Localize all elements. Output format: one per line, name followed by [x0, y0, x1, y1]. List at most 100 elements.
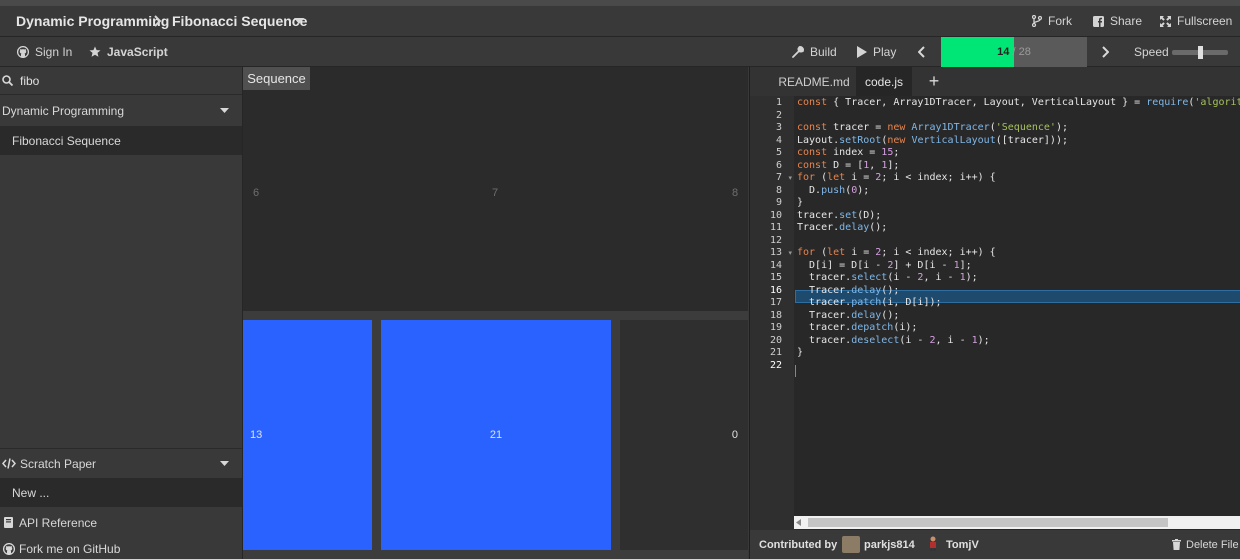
fullscreen-button[interactable]: Fullscreen — [1160, 6, 1232, 36]
code-line: Tracer.delay(); — [797, 309, 900, 321]
editor-tabs: README.md code.js + — [750, 67, 1240, 96]
caret-down-icon — [220, 461, 229, 466]
code-line: const D = [1, 1]; — [797, 159, 900, 171]
header-bar: Dynamic Programming Fibonacci Sequence F… — [0, 6, 1240, 37]
play-button[interactable]: Play — [857, 37, 896, 67]
star-icon — [89, 46, 101, 58]
sign-in-label: Sign In — [35, 45, 73, 59]
prev-step-button[interactable] — [918, 46, 926, 58]
code-line: tracer.patch(i, D[i]); — [797, 297, 942, 308]
breadcrumb-algorithm[interactable]: Fibonacci Sequence — [172, 13, 307, 29]
tab-code-js[interactable]: code.js — [856, 67, 912, 96]
chevron-right-icon — [1102, 46, 1109, 58]
code-line: for (let i = 2; i < index; i++) { — [797, 172, 996, 183]
array-cell: 13 — [243, 320, 372, 550]
array-cell: 21 — [381, 320, 611, 550]
code-line: Tracer.delay(); — [797, 222, 888, 233]
fork-button[interactable]: Fork — [1032, 6, 1072, 36]
chevron-right-icon — [153, 15, 161, 27]
array-cells-view[interactable]: 13 21 0 — [243, 320, 748, 559]
code-line: for (let i = 2; i < index; i++) { — [797, 247, 996, 258]
sidebar: fibo Dynamic Programming Fibonacci Seque… — [0, 67, 243, 559]
algorithm-label: Fibonacci Sequence — [12, 133, 121, 148]
category-dynamic-programming[interactable]: Dynamic Programming — [0, 96, 242, 125]
contributor-link[interactable]: parkjs814 — [864, 539, 915, 551]
new-scratch-button[interactable]: New ... — [0, 478, 242, 507]
toolbar: Sign In JavaScript Build Play 14 / 28 Sp… — [0, 37, 1240, 67]
code-line: tracer.select(i - 2, i - 1); — [797, 272, 978, 283]
api-reference-label: API Reference — [19, 515, 98, 530]
fork-icon — [1032, 15, 1042, 27]
array-cell-value: 13 — [250, 429, 263, 441]
code-line: } — [797, 197, 804, 208]
add-tab-button[interactable]: + — [922, 67, 946, 96]
scratch-paper-toggle[interactable]: Scratch Paper — [0, 449, 242, 478]
code-line: const tracer = new Array1DTracer('Sequen… — [797, 122, 1068, 133]
code-line: const { Tracer, Array1DTracer, Layout, V… — [797, 97, 1240, 108]
category-label: Dynamic Programming — [2, 103, 125, 118]
scratch-paper-label: Scratch Paper — [20, 456, 97, 471]
search-icon — [2, 75, 13, 86]
code-area[interactable]: const { Tracer, Array1DTracer, Layout, V… — [750, 96, 1240, 530]
new-label: New ... — [12, 485, 50, 500]
search-bar[interactable]: fibo — [0, 67, 242, 95]
scroll-left-icon[interactable] — [796, 519, 802, 526]
progress-bar[interactable]: 14 / 28 — [941, 37, 1087, 67]
scrollbar-thumb[interactable] — [808, 518, 1168, 527]
play-icon — [857, 46, 867, 58]
code-line: tracer.set(D); — [797, 209, 882, 221]
github-link[interactable]: Fork me on GitHub — [0, 538, 242, 559]
code-icon — [2, 458, 16, 469]
language-button[interactable]: JavaScript — [89, 37, 168, 67]
horizontal-scrollbar[interactable] — [794, 516, 1240, 529]
fork-label: Fork — [1048, 14, 1072, 28]
caret-down-icon[interactable] — [294, 18, 304, 24]
breadcrumb-category[interactable]: Dynamic Programming — [16, 13, 169, 29]
contributor-link[interactable]: TomjV — [946, 539, 979, 551]
speed-label: Speed — [1134, 45, 1169, 59]
progress-total: 28 — [1018, 46, 1031, 58]
caret-down-icon — [220, 108, 229, 113]
avatar[interactable] — [842, 536, 860, 553]
github-icon — [17, 46, 29, 58]
code-line: tracer.deselect(i - 2, i - 1); — [797, 334, 990, 346]
code-line: D[i] = D[i - 2] + D[i - 1]; — [797, 259, 972, 271]
language-label: JavaScript — [107, 45, 168, 59]
expand-icon — [1160, 15, 1171, 27]
play-label: Play — [873, 45, 897, 59]
array-tracer-view[interactable]: Sequence 6 7 8 — [243, 67, 748, 311]
search-input[interactable]: fibo — [20, 74, 39, 88]
build-label: Build — [810, 45, 837, 59]
progress-current: 14 — [997, 46, 1010, 58]
github-label: Fork me on GitHub — [19, 541, 121, 556]
code-editor-panel: README.md code.js + 1 2 3 4 5 6 7 ▾ 8 9 10 11 12 13 ▾ 1… — [749, 67, 1240, 559]
progress-separator: / — [1009, 46, 1019, 58]
wrench-icon — [792, 46, 804, 58]
sign-in-button[interactable]: Sign In — [17, 37, 72, 67]
speed-slider[interactable] — [1172, 46, 1228, 59]
tab-readme[interactable]: README.md — [774, 67, 854, 96]
speed-slider-handle[interactable] — [1197, 46, 1203, 59]
avatar[interactable] — [928, 536, 938, 551]
book-icon — [4, 517, 13, 528]
share-label: Share — [1110, 14, 1143, 28]
progress-text: 14 / 28 — [941, 37, 1087, 67]
build-button[interactable]: Build — [792, 37, 837, 67]
array-index-label: 6 — [253, 187, 260, 199]
editor-footer: Contributed by parkjs814 TomjV Delete Fi… — [750, 530, 1240, 559]
share-button[interactable]: Share — [1093, 6, 1142, 36]
api-reference-link[interactable]: API Reference — [0, 508, 242, 537]
code-line: tracer.depatch(i); — [797, 322, 918, 333]
code-line-active: Tracer.delay(); — [797, 284, 900, 296]
sidebar-item-fibonacci-sequence[interactable]: Fibonacci Sequence — [0, 126, 242, 155]
code-line: const index = 15; — [797, 147, 900, 158]
delete-file-button[interactable]: Delete File — [1172, 530, 1239, 559]
contributed-by-label: Contributed by — [759, 539, 838, 551]
array-cell-value: 0 — [731, 429, 738, 441]
fullscreen-label: Fullscreen — [1177, 14, 1233, 28]
next-step-button[interactable] — [1101, 46, 1109, 58]
share-icon — [1093, 15, 1104, 27]
code-line: Layout.setRoot(new VerticalLayout([trace… — [797, 134, 1068, 146]
array-cell-value: 21 — [489, 429, 503, 441]
array-index-label: 8 — [732, 187, 739, 199]
